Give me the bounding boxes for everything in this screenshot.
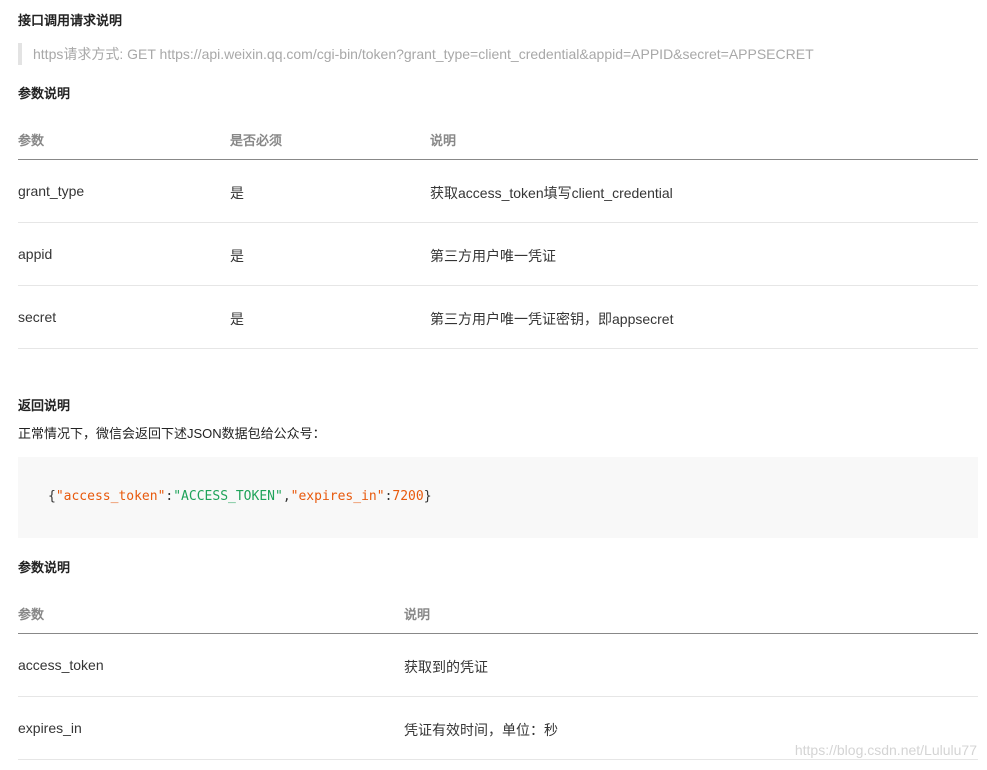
table-header: 参数 说明: [18, 590, 978, 634]
param-table-2: 参数 说明 access_token 获取到的凭证 expires_in 凭证有…: [18, 590, 978, 760]
code-key-expires-in: "expires_in": [290, 489, 385, 504]
param-description: 凭证有效时间，单位：秒: [404, 722, 558, 738]
param-required: 是: [230, 311, 244, 327]
param-description: 第三方用户唯一凭证: [430, 248, 556, 264]
param-table-1: 参数 是否必须 说明 grant_type 是 获取access_token填写…: [18, 116, 978, 349]
header-description: 说明: [404, 607, 431, 622]
param-name: secret: [18, 309, 57, 325]
param-table-2-title: 参数说明: [18, 560, 71, 575]
param-required: 是: [230, 185, 244, 201]
json-code-block: {"access_token":"ACCESS_TOKEN","expires_…: [18, 457, 978, 538]
request-method-quote: https请求方式: GET https://api.weixin.qq.com…: [18, 43, 814, 65]
code-comma: ,: [282, 489, 291, 504]
request-section-title: 接口调用请求说明: [18, 13, 123, 28]
return-section-title: 返回说明: [18, 398, 71, 413]
param-description: 获取access_token填写client_credential: [430, 185, 673, 201]
param-required: 是: [230, 248, 244, 264]
watermark-url: https://blog.csdn.net/Lululu77: [794, 742, 977, 758]
param-name: access_token: [18, 657, 104, 673]
table-row: secret 是 第三方用户唯一凭证密钥，即appsecret: [18, 286, 978, 349]
table-row: grant_type 是 获取access_token填写client_cred…: [18, 160, 978, 223]
param-table-1-title: 参数说明: [18, 86, 71, 101]
param-description: 获取到的凭证: [404, 659, 488, 675]
param-description: 第三方用户唯一凭证密钥，即appsecret: [430, 311, 674, 327]
code-value-expires-in: 7200: [392, 489, 424, 504]
code-brace-open: {: [48, 489, 56, 504]
code-brace-close: }: [423, 489, 432, 504]
table-header: 参数 是否必须 说明: [18, 116, 978, 160]
param-name: grant_type: [18, 183, 85, 199]
code-value-access-token: "ACCESS_TOKEN": [173, 489, 283, 504]
table-row: appid 是 第三方用户唯一凭证: [18, 223, 978, 286]
param-name: expires_in: [18, 720, 82, 736]
table-row: access_token 获取到的凭证: [18, 634, 978, 697]
header-description: 说明: [430, 133, 457, 148]
header-param: 参数: [18, 607, 45, 622]
code-key-access-token: "access_token": [55, 489, 166, 504]
header-param: 参数: [18, 133, 45, 148]
json-code: {"access_token":"ACCESS_TOKEN","expires_…: [48, 489, 432, 504]
return-description: 正常情况下，微信会返回下述JSON数据包给公众号：: [18, 426, 326, 441]
header-required: 是否必须: [230, 133, 283, 148]
param-name: appid: [18, 246, 53, 262]
